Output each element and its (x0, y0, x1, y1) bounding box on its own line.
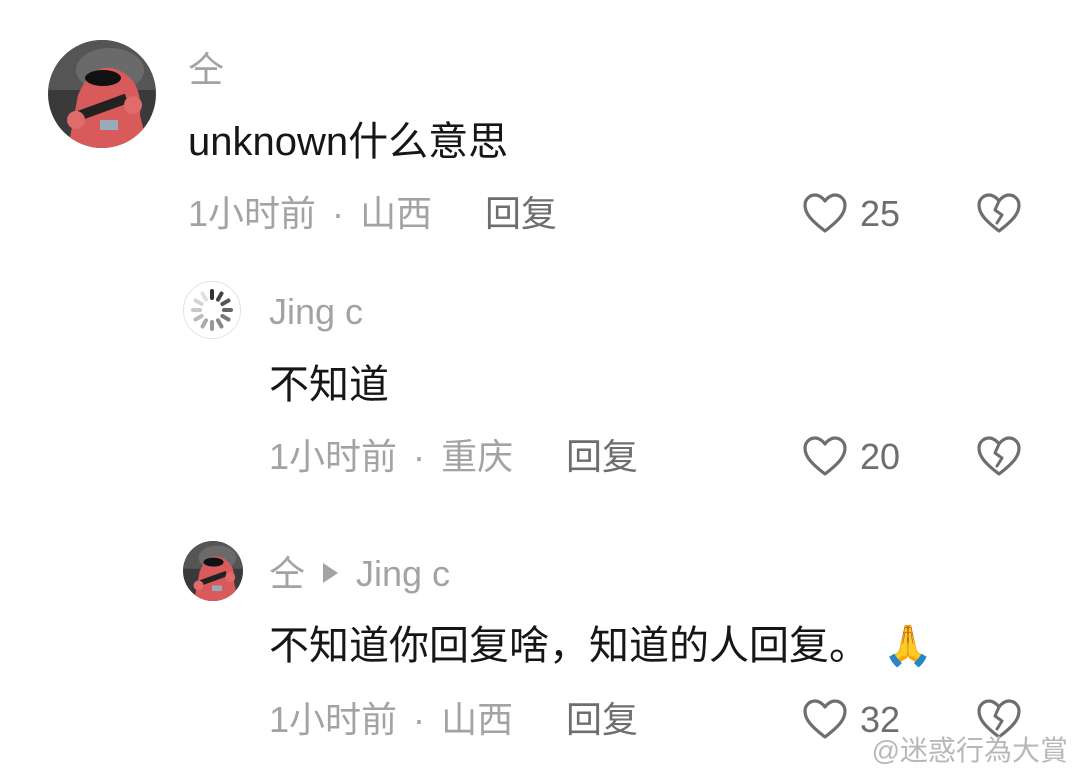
loading-spinner-icon (184, 282, 240, 338)
meta-separator: · (413, 699, 426, 740)
broken-heart-icon[interactable] (976, 698, 1022, 740)
comment-username[interactable]: Jing c (269, 292, 363, 332)
comment-time: 1小时前 (269, 436, 398, 477)
comment-time: 1小时前 (188, 193, 317, 234)
broken-heart-icon[interactable] (976, 192, 1022, 234)
comment-username[interactable]: 仝 (269, 553, 305, 594)
comment-time: 1小时前 (269, 699, 398, 740)
comment-text: 不知道 (269, 363, 389, 407)
reply-to-username[interactable]: Jing c (356, 553, 450, 594)
patrick-avatar-icon (48, 40, 156, 148)
like-count: 32 (860, 699, 901, 740)
comment-text: 不知道你回复啥，知道的人回复。 🙏 (269, 622, 933, 670)
like-count: 20 (860, 436, 901, 477)
like-count: 25 (860, 193, 901, 234)
reply-button[interactable]: 回复 (566, 700, 638, 740)
comment-meta: 1小时前 · 山西 (269, 700, 513, 740)
comment-location: 重庆 (441, 436, 514, 477)
comment-username[interactable]: 仝 (188, 50, 224, 90)
reply-arrow-icon (323, 563, 339, 584)
user-avatar[interactable] (48, 40, 156, 148)
reply-button[interactable]: 回复 (485, 194, 557, 234)
heart-icon[interactable] (802, 192, 848, 234)
comment-location: 山西 (360, 193, 433, 234)
user-avatar[interactable] (183, 541, 243, 601)
comment-meta: 1小时前 · 山西 (188, 194, 432, 234)
comment-text-body: 不知道你回复啥，知道的人回复。 (269, 624, 869, 668)
watermark: @迷惑行為大賞 (871, 735, 1068, 766)
comment-text: unknown什么意思 (188, 120, 509, 164)
patrick-avatar-icon (183, 541, 243, 601)
meta-separator: · (413, 436, 426, 477)
reply-header: 仝 Jing c (269, 554, 450, 594)
broken-heart-icon[interactable] (976, 435, 1022, 477)
meta-separator: · (332, 193, 345, 234)
reply-button[interactable]: 回复 (566, 437, 638, 477)
heart-icon[interactable] (802, 698, 848, 740)
comment-meta: 1小时前 · 重庆 (269, 437, 513, 477)
folded-hands-icon: 🙏 (883, 624, 933, 668)
heart-icon[interactable] (802, 435, 848, 477)
comment-location: 山西 (441, 699, 514, 740)
user-avatar[interactable] (183, 281, 241, 339)
